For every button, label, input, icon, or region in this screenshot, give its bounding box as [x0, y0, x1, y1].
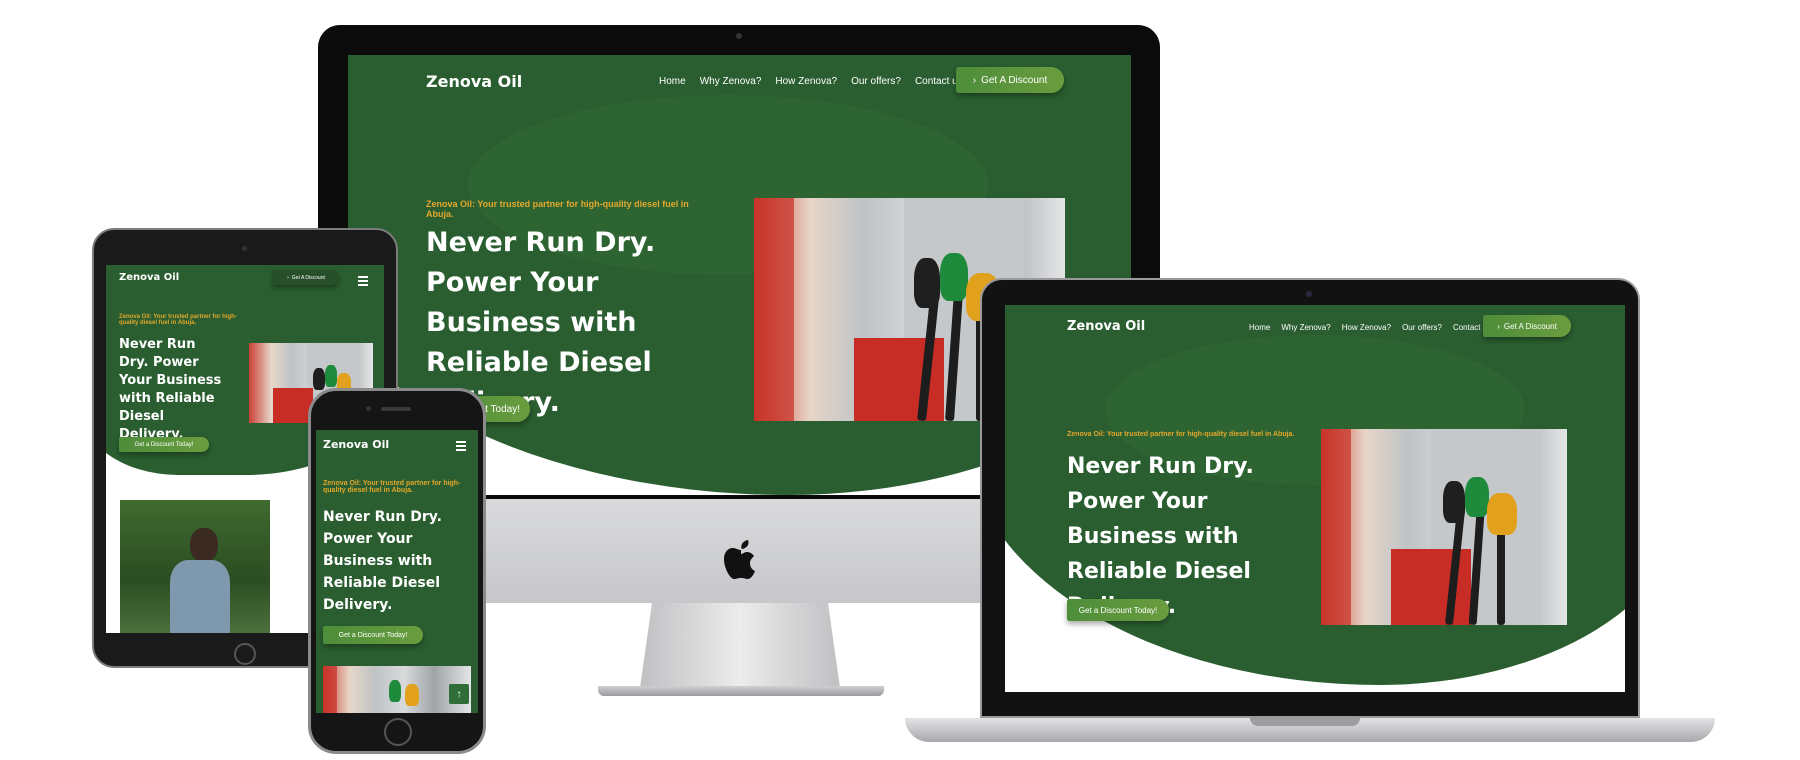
nav-why[interactable]: Why Zenova?	[700, 76, 762, 87]
iphone-screen: Zenova Oil Zenova Oil: Your trusted part…	[316, 430, 478, 713]
get-discount-button[interactable]: › Get A Discount	[1483, 315, 1571, 337]
hero-tagline: Zenova Oil: Your trusted partner for hig…	[119, 314, 237, 326]
macbook-notch	[1250, 718, 1360, 726]
nav-offers[interactable]: Our offers?	[1402, 323, 1442, 332]
get-discount-label: Get A Discount	[291, 274, 325, 281]
arrow-up-icon[interactable]: ↑	[449, 684, 469, 704]
hero-headline: Never Run Dry. Power Your Business with …	[1067, 454, 1254, 619]
hamburger-icon[interactable]	[456, 439, 466, 453]
macbook-screen: Zenova Oil Home Why Zenova? How Zenova? …	[1005, 305, 1625, 692]
nav-home[interactable]: Home	[1249, 323, 1270, 332]
hero-discount-button[interactable]: Get a Discount Today!	[1067, 599, 1169, 621]
hero-discount-button[interactable]: Get a Discount Today!	[119, 437, 209, 452]
iphone-camera	[366, 406, 371, 411]
ipad-camera	[242, 246, 247, 251]
brand-logo[interactable]: Zenova Oil	[119, 272, 179, 283]
hero-tagline: Zenova Oil: Your trusted partner for hig…	[323, 480, 461, 494]
nav-why[interactable]: Why Zenova?	[1281, 323, 1330, 332]
hero-headline: Never Run Dry. Power Your Business with …	[119, 337, 222, 442]
iphone-home-button	[384, 718, 412, 746]
iphone-speaker	[381, 407, 411, 411]
apple-logo-icon	[724, 540, 755, 579]
hero-headline: Never Run Dry. Power Your Business with …	[323, 509, 442, 613]
chevron-right-icon: ›	[287, 274, 289, 281]
imac-foot	[598, 686, 884, 696]
hero-tagline: Zenova Oil: Your trusted partner for hig…	[1067, 431, 1295, 438]
ipad-home-button	[234, 643, 256, 665]
hero-tagline: Zenova Oil: Your trusted partner for hig…	[426, 199, 689, 219]
fuel-pump-photo	[1321, 429, 1567, 625]
brand-logo[interactable]: Zenova Oil	[323, 438, 389, 451]
get-discount-button[interactable]: › Get A Discount	[956, 67, 1064, 93]
hero-discount-button[interactable]: Get a Discount Today!	[323, 626, 423, 644]
macbook-camera	[1306, 291, 1312, 297]
get-discount-label: Get A Discount	[981, 74, 1048, 86]
nav-links: Home Why Zenova? How Zenova? Our offers?…	[659, 76, 963, 87]
get-discount-button[interactable]: › Get A Discount	[273, 270, 339, 285]
imac-stand	[640, 603, 840, 688]
get-discount-label: Get A Discount	[1503, 321, 1557, 331]
nav-offers[interactable]: Our offers?	[851, 76, 901, 87]
chevron-right-icon: ›	[1497, 321, 1500, 331]
nav-how[interactable]: How Zenova?	[1342, 323, 1391, 332]
imac-camera	[736, 33, 742, 39]
brand-logo[interactable]: Zenova Oil	[426, 72, 522, 91]
nav-links: Home Why Zenova? How Zenova? Our offers?…	[1249, 323, 1491, 332]
nav-how[interactable]: How Zenova?	[775, 76, 837, 87]
brand-logo[interactable]: Zenova Oil	[1067, 319, 1145, 334]
hamburger-icon[interactable]	[358, 274, 368, 288]
nav-home[interactable]: Home	[659, 76, 686, 87]
delivery-person-photo	[120, 500, 270, 633]
chevron-right-icon: ›	[972, 74, 977, 86]
